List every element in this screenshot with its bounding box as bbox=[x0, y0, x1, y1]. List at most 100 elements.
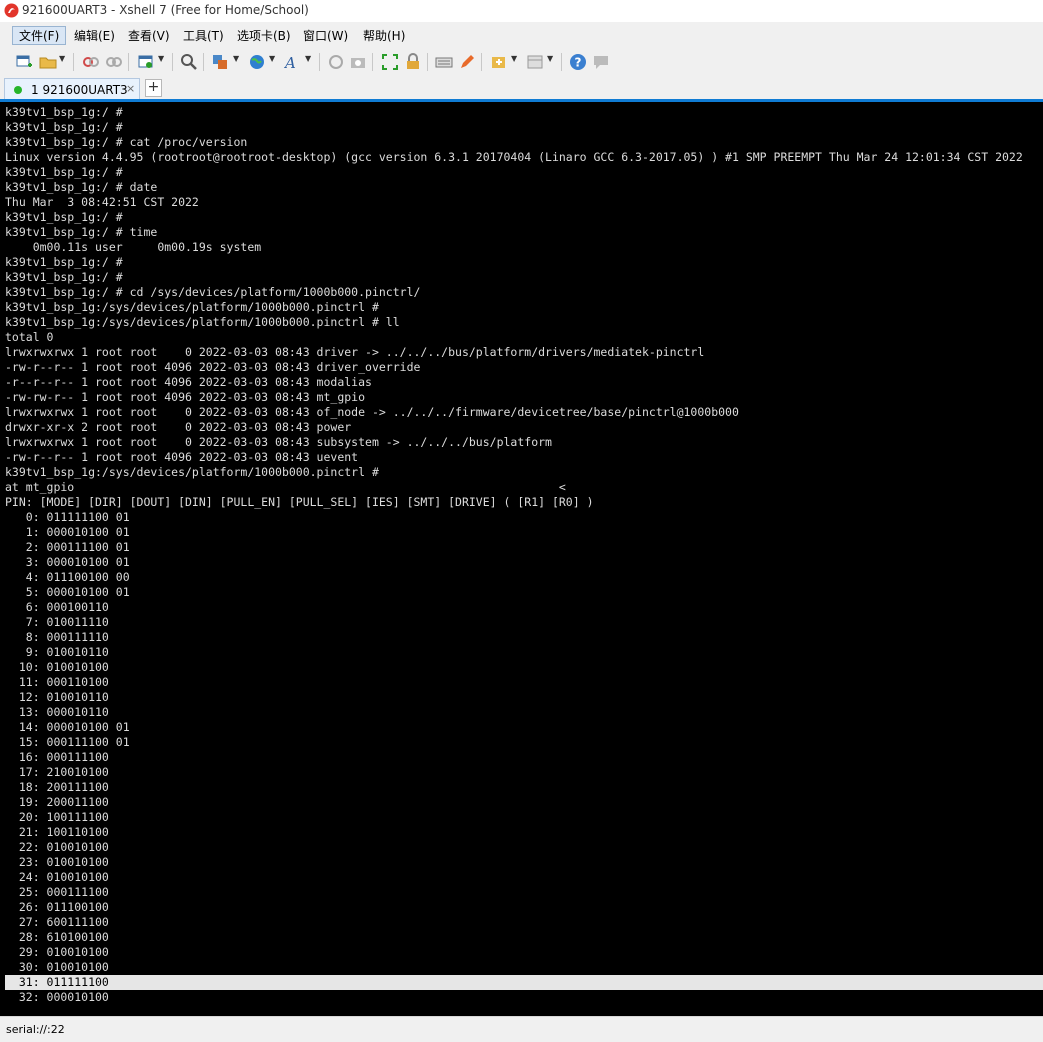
terminal-line: k39tv1_bsp_1g:/ # date bbox=[5, 180, 158, 194]
highlight-icon[interactable] bbox=[458, 53, 476, 71]
fullscreen-icon[interactable] bbox=[381, 53, 399, 71]
add-script-icon[interactable] bbox=[490, 53, 508, 71]
terminal-line: 17: 210010100 bbox=[5, 765, 109, 779]
terminal-line: lrwxrwxrwx 1 root root 0 2022-03-03 08:4… bbox=[5, 435, 552, 449]
terminal-line: 12: 010010110 bbox=[5, 690, 109, 704]
terminal-line: 15: 000111100 01 bbox=[5, 735, 130, 749]
terminal-line: k39tv1_bsp_1g:/sys/devices/platform/1000… bbox=[5, 465, 379, 479]
xshell-logo-icon bbox=[4, 3, 19, 18]
screenshot-icon[interactable] bbox=[349, 53, 367, 71]
terminal-line: k39tv1_bsp_1g:/sys/devices/platform/1000… bbox=[5, 300, 379, 314]
terminal-line: 9: 010010110 bbox=[5, 645, 109, 659]
terminal-output[interactable]: k39tv1_bsp_1g:/ # k39tv1_bsp_1g:/ # k39tv1… bbox=[0, 102, 1043, 1016]
terminal-line: 25: 000111100 bbox=[5, 885, 109, 899]
color-scheme-icon[interactable] bbox=[327, 53, 345, 71]
terminal-line: at mt_gpio < bbox=[5, 480, 566, 494]
terminal-line: k39tv1_bsp_1g:/ # bbox=[5, 105, 123, 119]
terminal-line: lrwxrwxrwx 1 root root 0 2022-03-03 08:4… bbox=[5, 345, 705, 359]
terminal-line: -rw-r--r-- 1 root root 4096 2022-03-03 0… bbox=[5, 360, 421, 374]
tab-session[interactable]: 1 921600UART3 × bbox=[4, 78, 140, 100]
terminal-line: k39tv1_bsp_1g:/ # bbox=[5, 120, 123, 134]
properties-icon[interactable] bbox=[137, 53, 155, 71]
terminal-line: 21: 100110100 bbox=[5, 825, 109, 839]
open-folder-icon[interactable] bbox=[39, 53, 57, 71]
tab-close-icon[interactable]: × bbox=[126, 82, 135, 95]
terminal-line: k39tv1_bsp_1g:/ # bbox=[5, 270, 123, 284]
terminal-line: 4: 011100100 00 bbox=[5, 570, 130, 584]
terminal-line: 30: 010010100 bbox=[5, 960, 109, 974]
transfer-icon[interactable] bbox=[211, 53, 229, 71]
menu-edit[interactable]: 编辑(E) bbox=[67, 26, 122, 45]
terminal-line: 5: 000010100 01 bbox=[5, 585, 130, 599]
reconnect-icon[interactable] bbox=[105, 53, 123, 71]
terminal-line: 0m00.11s user 0m00.19s system bbox=[5, 240, 262, 254]
find-icon[interactable] bbox=[180, 53, 198, 71]
terminal-line: 0: 011111100 01 bbox=[5, 510, 130, 524]
terminal-line: 29: 010010100 bbox=[5, 945, 109, 959]
terminal-line: Thu Mar 3 08:42:51 CST 2022 bbox=[5, 195, 199, 209]
terminal-line: lrwxrwxrwx 1 root root 0 2022-03-03 08:4… bbox=[5, 405, 739, 419]
new-session-icon[interactable] bbox=[15, 53, 33, 71]
menu-help[interactable]: 帮助(H) bbox=[356, 26, 412, 45]
toolbar-divider bbox=[128, 53, 129, 71]
terminal-line: 23: 010010100 bbox=[5, 855, 109, 869]
globe-icon[interactable] bbox=[248, 53, 266, 71]
open-dropdown-icon[interactable]: ▼ bbox=[59, 54, 65, 63]
menu-window[interactable]: 窗口(W) bbox=[296, 26, 355, 45]
connection-status-icon bbox=[14, 86, 22, 94]
menu-tabs[interactable]: 选项卡(B) bbox=[230, 26, 298, 45]
properties-dropdown-icon[interactable]: ▼ bbox=[158, 54, 164, 63]
toolbar-divider bbox=[203, 53, 204, 71]
transfer-dropdown-icon[interactable]: ▼ bbox=[233, 54, 239, 63]
terminal-line: k39tv1_bsp_1g:/sys/devices/platform/1000… bbox=[5, 315, 400, 329]
connection-address: serial://:22 bbox=[6, 1023, 65, 1036]
svg-text:?: ? bbox=[575, 56, 582, 70]
terminal-line: drwxr-xr-x 2 root root 0 2022-03-03 08:4… bbox=[5, 420, 352, 434]
terminal-line: k39tv1_bsp_1g:/ # bbox=[5, 255, 123, 269]
layout-icon[interactable] bbox=[526, 53, 544, 71]
toolbar-divider bbox=[372, 53, 373, 71]
terminal-line: 14: 000010100 01 bbox=[5, 720, 130, 734]
terminal-line: 31: 011111100 bbox=[5, 975, 1043, 990]
keyboard-icon[interactable] bbox=[435, 53, 453, 71]
terminal-line: 8: 000111110 bbox=[5, 630, 109, 644]
terminal-line: Linux version 4.4.95 (rootroot@rootroot-… bbox=[5, 150, 1023, 164]
terminal-line: 11: 000110100 bbox=[5, 675, 109, 689]
terminal-line: 7: 010011110 bbox=[5, 615, 109, 629]
script-dropdown-icon[interactable]: ▼ bbox=[511, 54, 517, 63]
title-bar: 921600UART3 - Xshell 7 (Free for Home/Sc… bbox=[0, 0, 1043, 22]
toolbar-divider bbox=[73, 53, 74, 71]
terminal-line: -r--r--r-- 1 root root 4096 2022-03-03 0… bbox=[5, 375, 372, 389]
toolbar-divider bbox=[561, 53, 562, 71]
terminal-line: k39tv1_bsp_1g:/ # time bbox=[5, 225, 158, 239]
toolbar: ▼ ▼ ▼ ▼ A ▼ ▼ ▼ ? bbox=[0, 48, 1043, 76]
menu-view[interactable]: 查看(V) bbox=[121, 26, 177, 45]
toolbar-divider bbox=[172, 53, 173, 71]
terminal-line: 10: 010010100 bbox=[5, 660, 109, 674]
terminal-line: 2: 000111100 01 bbox=[5, 540, 130, 554]
terminal-line: 32: 000010100 bbox=[5, 990, 109, 1004]
layout-dropdown-icon[interactable]: ▼ bbox=[547, 54, 553, 63]
menu-bar: 文件(F) 编辑(E) 查看(V) 工具(T) 选项卡(B) 窗口(W) 帮助(… bbox=[0, 22, 1043, 48]
toolbar-divider bbox=[427, 53, 428, 71]
chat-icon[interactable] bbox=[592, 53, 610, 71]
terminal-line: 13: 000010110 bbox=[5, 705, 109, 719]
terminal-line: k39tv1_bsp_1g:/ # cat /proc/version bbox=[5, 135, 248, 149]
lock-icon[interactable] bbox=[404, 53, 422, 71]
window-title: 921600UART3 - Xshell 7 (Free for Home/Sc… bbox=[22, 3, 309, 17]
disconnect-icon[interactable] bbox=[82, 53, 100, 71]
font-dropdown-icon[interactable]: ▼ bbox=[305, 54, 311, 63]
terminal-line: k39tv1_bsp_1g:/ # bbox=[5, 165, 123, 179]
terminal-line: 22: 010010100 bbox=[5, 840, 109, 854]
globe-dropdown-icon[interactable]: ▼ bbox=[269, 54, 275, 63]
menu-file[interactable]: 文件(F) bbox=[12, 26, 67, 45]
terminal-line: 1: 000010100 01 bbox=[5, 525, 130, 539]
add-tab-button[interactable]: + bbox=[145, 79, 162, 97]
status-bar: serial://:22 bbox=[0, 1016, 1043, 1042]
terminal-line: 3: 000010100 01 bbox=[5, 555, 130, 569]
tab-label: 1 921600UART3 bbox=[31, 83, 128, 97]
help-icon[interactable]: ? bbox=[569, 53, 587, 71]
font-icon[interactable]: A bbox=[284, 53, 302, 71]
menu-tools[interactable]: 工具(T) bbox=[176, 26, 231, 45]
terminal-line: 27: 600111100 bbox=[5, 915, 109, 929]
